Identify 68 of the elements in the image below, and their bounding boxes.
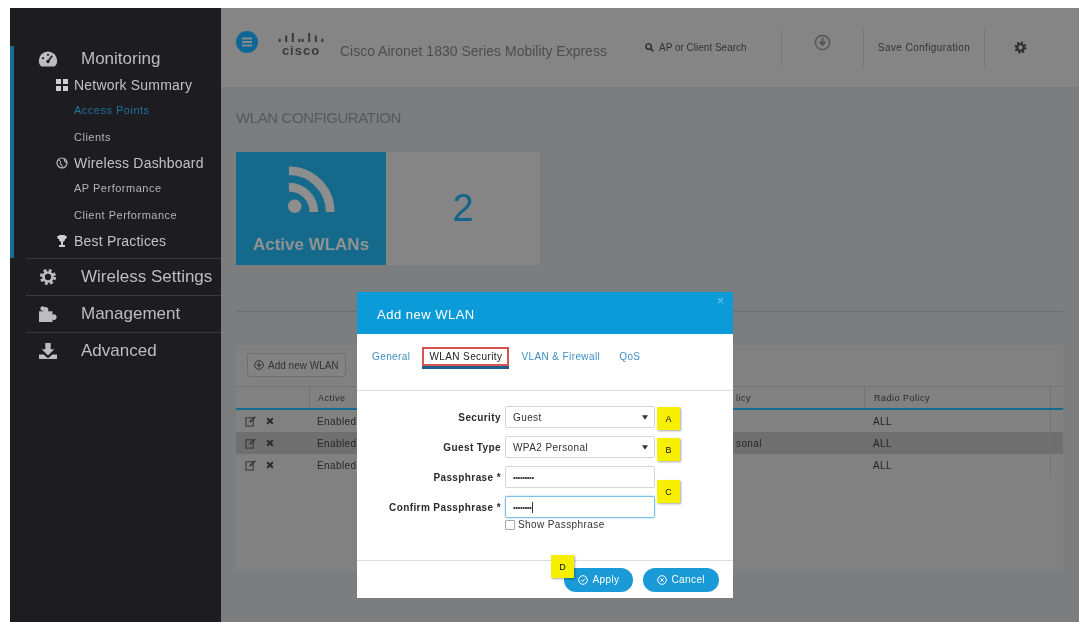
table-cell: Enabled (317, 415, 357, 427)
table-cell: ALL (873, 437, 892, 449)
tab[interactable]: WLAN Security (422, 347, 510, 366)
wifi-icon (287, 166, 335, 214)
menu-item[interactable]: Monitoring (81, 49, 161, 69)
menu-item[interactable]: Best Practices (74, 233, 167, 249)
save-button[interactable]: Save Configuration (864, 42, 984, 53)
delete-icon[interactable] (266, 439, 274, 447)
table-cell: ALL (873, 459, 892, 471)
edit-icon[interactable] (245, 459, 256, 471)
column-header: licy (735, 391, 752, 405)
gauge-icon (38, 50, 58, 68)
close-icon (657, 574, 668, 585)
menu-item[interactable]: Clients (74, 130, 112, 143)
menu-item[interactable]: Management (81, 304, 181, 324)
globe-icon (56, 157, 68, 169)
download-icon[interactable] (814, 34, 831, 51)
table-cell: sonal (736, 437, 762, 449)
menu-item[interactable]: Client Performance (74, 208, 178, 221)
gear-icon (38, 268, 58, 286)
download-icon (38, 342, 58, 360)
delete-icon[interactable] (266, 461, 274, 469)
dropdown[interactable]: Guest (505, 406, 655, 428)
checkbox-label: Show Passphrase (518, 519, 605, 530)
grid-icon (56, 79, 68, 91)
dropdown[interactable]: WPA2 Personal (505, 436, 655, 458)
search-icon (645, 43, 654, 52)
input-field[interactable]: •••••••• (505, 496, 655, 518)
menu-item[interactable]: AP Performance (74, 181, 162, 194)
callout-marker: D (551, 555, 574, 578)
edit-icon[interactable] (245, 437, 256, 449)
tile-label: Active WLANs (252, 235, 370, 255)
field-label: Guest Type (442, 441, 501, 453)
callout-marker: C (657, 480, 680, 503)
table-cell: Enabled (317, 437, 357, 449)
trophy-icon (56, 235, 68, 247)
caret-icon (642, 414, 648, 420)
menu-item[interactable]: Wireless Settings (81, 267, 213, 287)
puzzle-icon (38, 305, 58, 323)
check-icon (578, 574, 589, 585)
settings-icon[interactable] (1013, 41, 1027, 54)
menu-item[interactable]: Network Summary (74, 77, 193, 93)
callout-marker: B (657, 438, 680, 461)
delete-icon[interactable] (266, 417, 274, 425)
checkbox[interactable] (505, 519, 515, 530)
input-field[interactable]: ••••••••• (505, 466, 655, 488)
tab[interactable]: VLAN & Firewall (514, 347, 608, 366)
field-label: Confirm Passphrase * (388, 501, 501, 513)
search-field[interactable]: AP or Client Search (645, 42, 775, 53)
plus-icon (254, 360, 264, 370)
edit-icon[interactable] (245, 415, 256, 427)
column-header: Radio Policy (864, 387, 1051, 408)
app-title: Cisco Aironet 1830 Series Mobility Express (340, 42, 608, 59)
menu-item[interactable]: Advanced (81, 341, 157, 361)
menu-item[interactable]: Wireless Dashboard (74, 155, 204, 171)
caret-icon (642, 444, 648, 450)
table-cell: Enabled (317, 459, 357, 471)
table-cell: ALL (873, 415, 892, 427)
callout-marker: A (657, 407, 680, 430)
dialog-title: Add new WLAN (377, 306, 475, 322)
field-label: Passphrase * (432, 471, 501, 483)
wlan-count: 2 (452, 187, 474, 230)
menu-icon[interactable] (236, 30, 258, 53)
tab[interactable]: QoS (612, 347, 648, 366)
field-label: Security (457, 411, 501, 423)
bars-icon (278, 31, 324, 44)
tab[interactable]: General (365, 347, 418, 366)
logo-text: cisco (281, 43, 321, 58)
